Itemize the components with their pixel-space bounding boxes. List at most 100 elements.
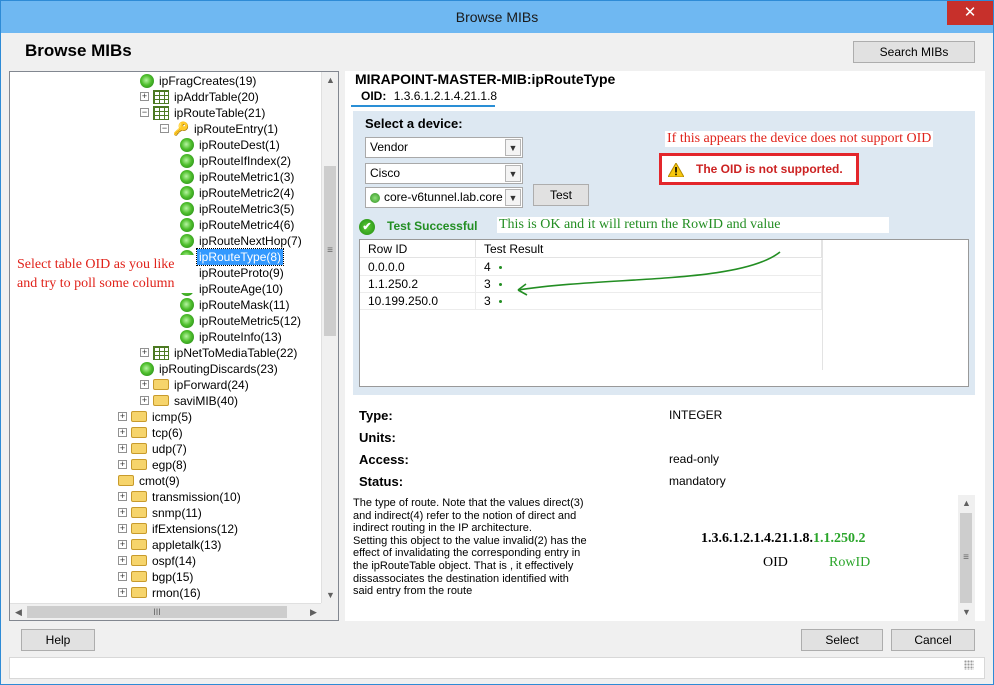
tree-item[interactable]: + ospf(14)	[118, 552, 198, 568]
leaf-icon	[180, 169, 194, 184]
status-label: Status:	[359, 474, 404, 489]
test-result-value: 3	[484, 294, 491, 308]
tree-item[interactable]: ipRouteMetric5(12)	[167, 312, 303, 328]
tree-item[interactable]: − 🔑 ipRouteEntry(1)	[160, 120, 280, 136]
leaf-icon	[140, 361, 154, 376]
dialog-header: Browse MIBs Search MIBs	[9, 35, 985, 69]
tree-item[interactable]: + ifExtensions(12)	[118, 520, 240, 536]
key-icon: 🔑	[173, 120, 190, 136]
expand-icon[interactable]: +	[118, 444, 127, 454]
tree-item[interactable]: cmot(9)	[105, 472, 182, 488]
device-dropdown[interactable]: core-v6tunnel.lab.core ▼	[365, 187, 523, 208]
column-header-row-id[interactable]: Row ID	[360, 240, 476, 258]
tree-item[interactable]: ipRoutingDiscards(23)	[127, 360, 280, 376]
expand-icon[interactable]: +	[118, 428, 127, 438]
tree-item-label: ipRouteProto(9)	[199, 265, 284, 280]
row-id-cell: 0.0.0.0	[360, 259, 476, 276]
tree-item[interactable]: + snmp(11)	[118, 504, 204, 520]
collapse-icon[interactable]: −	[140, 108, 149, 118]
expand-icon[interactable]: +	[118, 524, 127, 534]
model-dropdown[interactable]: Cisco ▼	[365, 163, 523, 184]
tree-item-label: ipAddrTable(20)	[174, 89, 259, 104]
tree-item[interactable]: ipRouteIfIndex(2)	[167, 152, 293, 168]
tree-item[interactable]: + tcp(6)	[118, 424, 185, 440]
tree-item[interactable]: + ipAddrTable(20)	[140, 88, 261, 104]
leaf-icon	[180, 329, 194, 344]
tree-scroll-thumb[interactable]: ≡	[324, 166, 336, 336]
help-button[interactable]: Help	[21, 629, 95, 651]
tree-item[interactable]: ipFragCreates(19)	[127, 72, 258, 88]
collapse-icon[interactable]: −	[160, 124, 169, 134]
column-header-test-result[interactable]: Test Result	[476, 240, 822, 258]
expand-icon[interactable]: +	[140, 396, 149, 406]
tree-item[interactable]: ipRouteNextHop(7)	[167, 232, 304, 248]
tree-hscroll-thumb[interactable]: III	[27, 606, 287, 618]
cancel-button[interactable]: Cancel	[891, 629, 975, 651]
tree-item[interactable]: + icmp(5)	[118, 408, 194, 424]
expand-icon[interactable]: +	[140, 380, 149, 390]
tree-item-label: ipRouteNextHop(7)	[199, 233, 302, 248]
leaf-icon	[180, 217, 194, 232]
description-clip	[345, 604, 945, 620]
scroll-up-icon[interactable]: ▲	[958, 495, 975, 512]
scroll-up-icon[interactable]: ▲	[322, 72, 338, 89]
expand-icon[interactable]: +	[118, 508, 127, 518]
table-row[interactable]: 0.0.0.0 4	[360, 259, 822, 276]
expand-icon[interactable]: +	[118, 572, 127, 582]
scroll-left-icon[interactable]: ◀	[10, 604, 27, 620]
expand-icon[interactable]: +	[118, 540, 127, 550]
chevron-down-icon[interactable]: ▼	[505, 139, 521, 156]
title-bar: Browse MIBs ✕	[1, 1, 993, 33]
search-mibs-button[interactable]: Search MIBs	[853, 41, 975, 63]
table-row[interactable]: 10.199.250.0 3	[360, 293, 822, 310]
test-button[interactable]: Test	[533, 184, 589, 206]
tree-item[interactable]: ipRouteMetric3(5)	[167, 200, 296, 216]
expand-icon[interactable]: +	[118, 588, 127, 598]
tree-item[interactable]: + bgp(15)	[118, 568, 195, 584]
expand-icon[interactable]: +	[118, 492, 127, 502]
scroll-right-icon[interactable]: ▶	[305, 604, 322, 620]
close-icon[interactable]: ✕	[947, 1, 993, 25]
test-results-table[interactable]: Row ID Test Result 0.0.0.0 4 1.1.250.2 3 10.…	[359, 239, 969, 387]
expand-icon[interactable]: +	[118, 412, 127, 422]
device-test-panel: Select a device: Vendor ▼ Cisco ▼ core-v…	[353, 111, 975, 395]
tree-item[interactable]: ipRouteMetric2(4)	[167, 184, 296, 200]
chevron-down-icon[interactable]: ▼	[505, 165, 521, 182]
table-row[interactable]: 1.1.250.2 3	[360, 276, 822, 293]
tree-item[interactable]: + udp(7)	[118, 440, 189, 456]
expand-icon[interactable]: +	[118, 460, 127, 470]
oid-example-oid: 1.3.6.1.2.1.4.21.1.8.	[701, 531, 813, 546]
tree-item[interactable]: ipRouteMask(11)	[167, 296, 291, 312]
tree-item[interactable]: + ipForward(24)	[140, 376, 251, 392]
scroll-down-icon[interactable]: ▼	[958, 604, 975, 621]
folder-icon	[153, 379, 169, 391]
description-scroll-thumb[interactable]: ≡	[960, 513, 972, 603]
tree-item[interactable]: ipRouteInfo(13)	[167, 328, 284, 344]
scroll-down-icon[interactable]: ▼	[322, 587, 338, 604]
tree-horizontal-scrollbar[interactable]: ◀ III ▶	[10, 603, 322, 620]
chevron-down-icon[interactable]: ▼	[505, 189, 521, 206]
expand-icon[interactable]: +	[140, 92, 149, 102]
resize-grip-icon[interactable]	[964, 660, 974, 670]
tree-item[interactable]: + egp(8)	[118, 456, 189, 472]
tree-item[interactable]: ipRouteMetric4(6)	[167, 216, 296, 232]
tree-item[interactable]: ipRouteDest(1)	[167, 136, 282, 152]
expand-icon[interactable]: +	[140, 348, 149, 358]
tree-item[interactable]: + appletalk(13)	[118, 536, 223, 552]
tree-item-label: ipRouteAge(10)	[199, 281, 284, 296]
expand-icon[interactable]: +	[118, 556, 127, 566]
select-button[interactable]: Select	[801, 629, 883, 651]
leaf-icon	[180, 313, 194, 328]
type-label: Type:	[359, 408, 393, 423]
tree-item[interactable]: − ipRouteTable(21)	[140, 104, 267, 120]
vendor-dropdown[interactable]: Vendor ▼	[365, 137, 523, 158]
tree-item[interactable]: ipRouteMetric1(3)	[167, 168, 296, 184]
page-title: Browse MIBs	[25, 41, 132, 60]
tree-item[interactable]: + rmon(16)	[118, 584, 203, 600]
description-scrollbar[interactable]: ▲ ≡ ▼	[958, 495, 975, 621]
tree-item[interactable]: + transmission(10)	[118, 488, 243, 504]
mib-tree[interactable]: ipFragCreates(19) + ipAddrTable(20) − ipRout…	[9, 71, 339, 621]
tree-item[interactable]: + ipNetToMediaTable(22)	[140, 344, 299, 360]
tree-item[interactable]: + saviMIB(40)	[140, 392, 240, 408]
tree-vertical-scrollbar[interactable]: ▲ ≡ ▼	[321, 72, 338, 604]
